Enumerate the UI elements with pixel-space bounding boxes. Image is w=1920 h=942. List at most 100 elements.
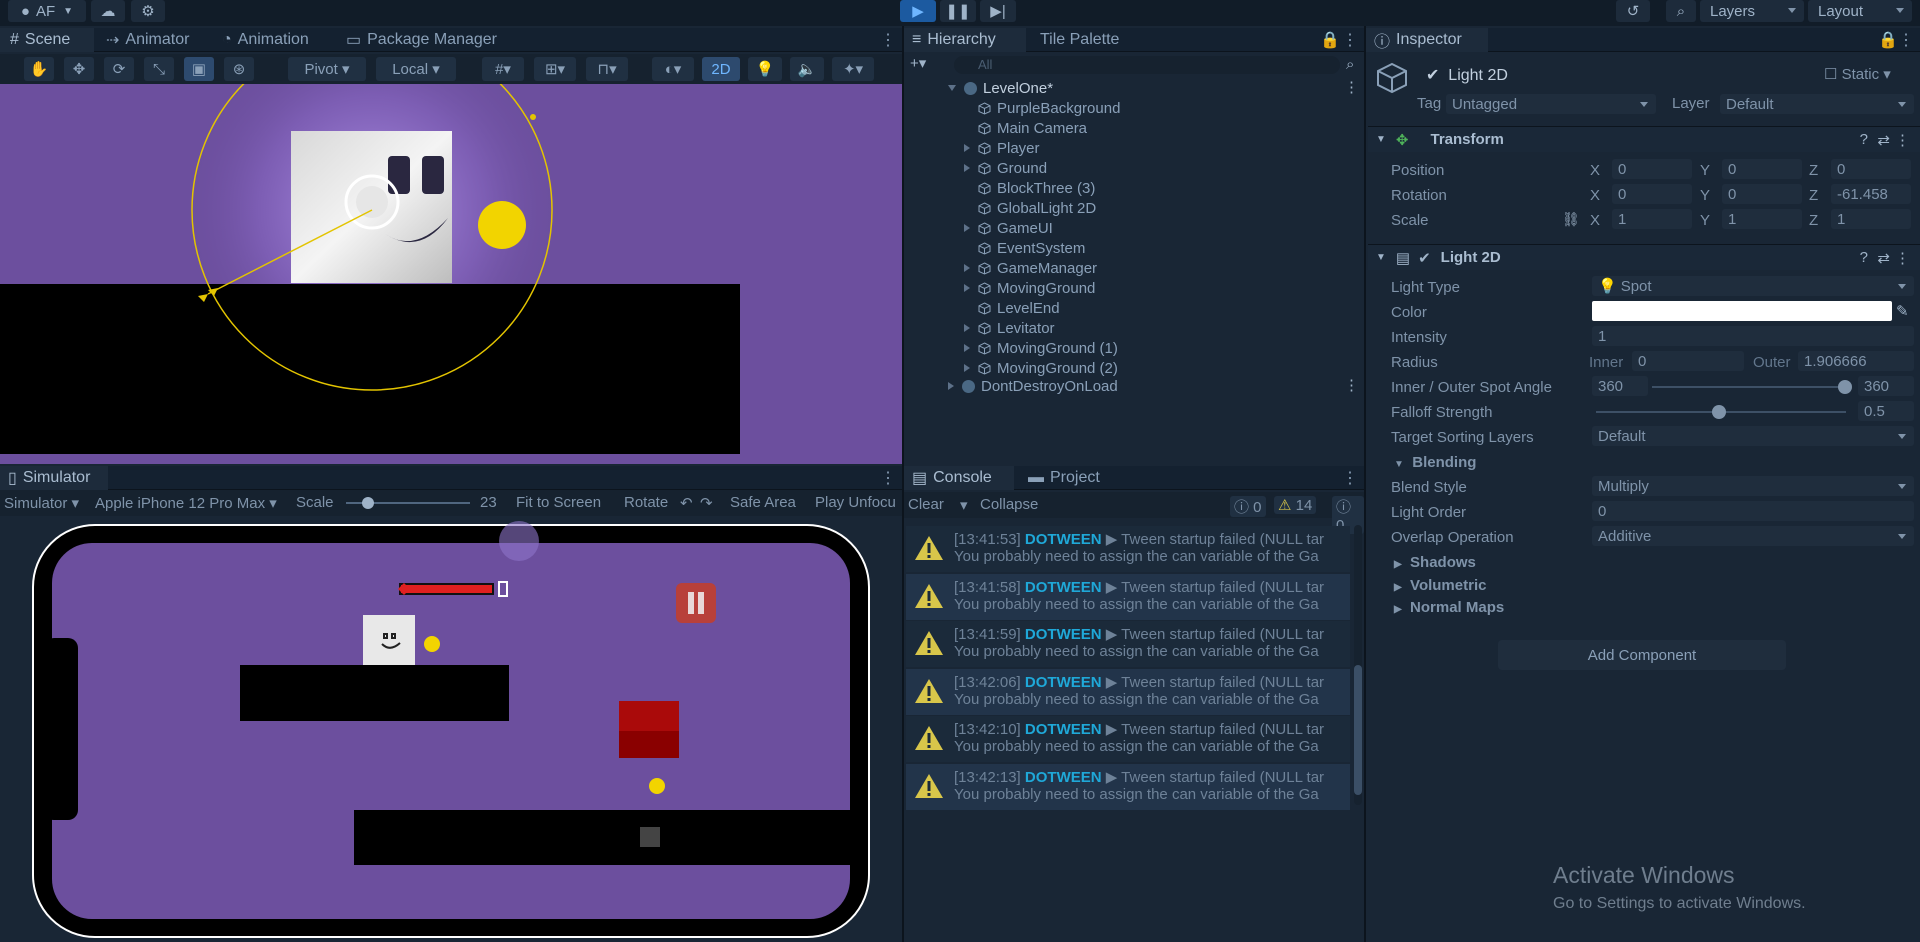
play-unfocused-toggle[interactable]: Play Unfocu <box>815 494 896 511</box>
more-icon[interactable]: ⋮ <box>1342 28 1358 52</box>
effects-icon[interactable]: ✦▾ <box>832 57 874 81</box>
expand-arrow-icon[interactable] <box>964 344 970 352</box>
hierarchy-item[interactable]: BlockThree (3) <box>964 178 1095 198</box>
rect-tool-icon[interactable]: ▣ <box>184 57 214 81</box>
transform-header[interactable]: ▼ ✥ Transform ? ⇄ ⋮ <box>1368 126 1920 152</box>
device-dropdown[interactable]: Apple iPhone 12 Pro Max ▾ <box>95 494 277 512</box>
inner-radius-field[interactable]: 0 <box>1632 351 1744 371</box>
component-enabled-checkbox[interactable]: ✔ <box>1418 249 1431 267</box>
expand-arrow-icon[interactable] <box>964 264 970 272</box>
cloud-icon[interactable]: ☁ <box>91 0 125 22</box>
tab-tile-palette[interactable]: Tile Palette <box>1034 28 1144 52</box>
add-component-button[interactable]: Add Component <box>1498 640 1786 670</box>
light-type-dropdown[interactable]: 💡 Spot <box>1592 276 1914 296</box>
info-filter-toggle[interactable]: ⓘ 0 <box>1230 496 1266 517</box>
pos-x-field[interactable]: 0 <box>1612 159 1692 179</box>
rot-z-field[interactable]: -61.458 <box>1831 184 1911 204</box>
hierarchy-item[interactable]: PurpleBackground <box>964 98 1120 118</box>
shadows-foldout[interactable]: ▶ Shadows <box>1394 554 1476 571</box>
overlap-dropdown[interactable]: Additive <box>1592 526 1914 546</box>
falloff-slider-thumb[interactable] <box>1712 405 1726 419</box>
dontdestroy-row[interactable]: DontDestroyOnLoad <box>948 376 1118 396</box>
help-icon[interactable]: ? <box>1860 249 1868 266</box>
lock-icon[interactable]: 🔒 <box>1320 28 1340 52</box>
blending-foldout[interactable]: ▼ Blending <box>1394 454 1476 471</box>
play-button[interactable]: ▶ <box>900 0 936 22</box>
scale-slider-thumb[interactable] <box>362 497 374 509</box>
hierarchy-item[interactable]: GlobalLight 2D <box>964 198 1096 218</box>
eyedropper-icon[interactable]: ✎ <box>1896 302 1909 320</box>
scl-z-field[interactable]: 1 <box>1831 209 1911 229</box>
rotate-tool-icon[interactable]: ⟳ <box>104 57 134 81</box>
collapse-toggle[interactable]: Collapse <box>980 496 1038 513</box>
console-log-entry[interactable]: [13:42:06] DOTWEEN ▶ Tween startup faile… <box>906 668 1350 715</box>
clear-options-icon[interactable]: ▾ <box>960 496 968 514</box>
simulator-view[interactable] <box>0 516 902 942</box>
tab-package-manager[interactable]: ▭ Package Manager <box>346 28 516 52</box>
layout-dropdown[interactable]: Layout <box>1808 0 1912 22</box>
preset-icon[interactable]: ⇄ <box>1877 131 1890 149</box>
console-log-entry[interactable]: [13:41:59] DOTWEEN ▶ Tween startup faile… <box>906 621 1350 667</box>
increment-snap-icon[interactable]: ⊓▾ <box>586 57 628 81</box>
2d-toggle[interactable]: 2D <box>702 57 740 81</box>
hierarchy-item[interactable]: Levitator <box>964 318 1055 338</box>
hierarchy-item[interactable]: LevelEnd <box>964 298 1060 318</box>
console-scrollbar[interactable] <box>1354 525 1362 805</box>
pos-y-field[interactable]: 0 <box>1722 159 1802 179</box>
pause-game-button[interactable] <box>676 583 716 623</box>
object-name-field[interactable]: Light 2D <box>1448 67 1508 84</box>
rotate-right-icon[interactable]: ↷ <box>700 494 713 512</box>
layers-dropdown[interactable]: Layers <box>1700 0 1804 22</box>
hierarchy-item[interactable]: MovingGround (2) <box>964 358 1118 378</box>
outer-radius-field[interactable]: 1.906666 <box>1798 351 1914 371</box>
expand-arrow-icon[interactable] <box>964 284 970 292</box>
static-toggle[interactable]: ☐ Static ▾ <box>1824 65 1891 83</box>
spot-angle-slider-thumb[interactable] <box>1838 380 1852 394</box>
account-dropdown[interactable]: ● AF ▼ <box>8 0 86 22</box>
sorting-layers-dropdown[interactable]: Default <box>1592 426 1914 446</box>
hierarchy-item[interactable]: MovingGround (1) <box>964 338 1118 358</box>
scene-root-row[interactable]: LevelOne* <box>948 78 1053 98</box>
step-button[interactable]: ▶| <box>980 0 1016 22</box>
component-more-icon[interactable]: ⋮ <box>1895 131 1910 149</box>
scale-tool-icon[interactable]: ⤡ <box>144 57 174 81</box>
more-icon[interactable]: ⋮ <box>1342 466 1358 490</box>
light-order-field[interactable]: 0 <box>1592 501 1914 521</box>
transform-tool-icon[interactable]: ⊛ <box>224 57 254 81</box>
tab-animation[interactable]: ◔ Animation <box>222 28 332 52</box>
expand-arrow-icon[interactable] <box>964 324 970 332</box>
rot-x-field[interactable]: 0 <box>1612 184 1692 204</box>
console-log-entry[interactable]: [13:42:10] DOTWEEN ▶ Tween startup faile… <box>906 716 1350 762</box>
hierarchy-item[interactable]: Main Camera <box>964 118 1087 138</box>
scl-x-field[interactable]: 1 <box>1612 209 1692 229</box>
fit-to-screen-button[interactable]: Fit to Screen <box>516 494 601 511</box>
falloff-field[interactable]: 0.5 <box>1858 401 1914 421</box>
hierarchy-item[interactable]: MovingGround <box>964 278 1095 298</box>
scl-y-field[interactable]: 1 <box>1722 209 1802 229</box>
search-icon[interactable]: ⌕ <box>1666 0 1696 22</box>
tab-hierarchy[interactable]: ≡ Hierarchy <box>904 28 1026 52</box>
inner-spot-angle-field[interactable]: 360 <box>1592 376 1648 396</box>
hierarchy-search-input[interactable]: All <box>954 56 1340 74</box>
pos-z-field[interactable]: 0 <box>1831 159 1911 179</box>
more-icon[interactable]: ⋮ <box>880 466 896 490</box>
console-log-entry[interactable]: [13:41:58] DOTWEEN ▶ Tween startup faile… <box>906 573 1350 620</box>
expand-arrow-icon[interactable] <box>948 85 956 91</box>
hierarchy-item[interactable]: Player <box>964 138 1040 158</box>
more-icon[interactable]: ⋮ <box>880 28 896 52</box>
safe-area-toggle[interactable]: Safe Area <box>730 494 796 511</box>
volumetric-foldout[interactable]: ▶ Volumetric <box>1394 577 1486 594</box>
normal-maps-foldout[interactable]: ▶ Normal Maps <box>1394 599 1504 616</box>
outer-spot-angle-field[interactable]: 360 <box>1858 376 1914 396</box>
lighting-icon[interactable]: 💡 <box>748 57 782 81</box>
tab-scene[interactable]: # Scene <box>0 28 94 52</box>
console-log-entry[interactable]: [13:41:53] DOTWEEN ▶ Tween startup faile… <box>906 526 1350 572</box>
pivot-dropdown[interactable]: Pivot ▾ <box>288 57 366 81</box>
pause-button[interactable]: ❚❚ <box>940 0 976 22</box>
history-icon[interactable]: ↺ <box>1616 0 1650 22</box>
constrain-proportions-icon[interactable]: ⛓ <box>1562 211 1580 228</box>
dontdestroy-more-icon[interactable]: ⋮ <box>1344 376 1359 394</box>
tab-project[interactable]: ▬ Project <box>1022 466 1122 490</box>
shading-icon[interactable]: ◐▾ <box>652 57 694 81</box>
tag-dropdown[interactable]: Untagged <box>1446 94 1656 114</box>
